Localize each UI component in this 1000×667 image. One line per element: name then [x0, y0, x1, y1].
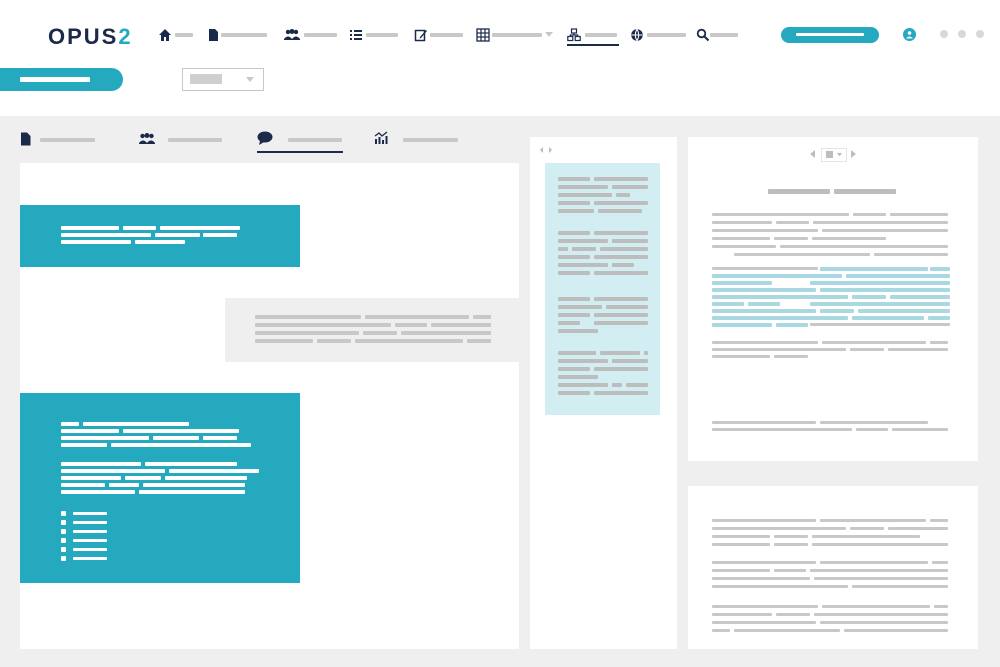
comment-icon: [257, 131, 273, 145]
user-icon: [906, 31, 913, 39]
tab-comments[interactable]: [257, 131, 343, 153]
tab-analytics[interactable]: [374, 131, 460, 153]
hierarchy-icon: [567, 28, 581, 42]
tab-people[interactable]: [136, 131, 226, 153]
search-icon: [696, 28, 710, 42]
chevron-down-icon: [246, 77, 254, 82]
logo-suffix: 2: [118, 24, 133, 49]
filter-dropdown[interactable]: [182, 68, 264, 91]
comment-bubble-outgoing-long[interactable]: [20, 393, 300, 583]
list-icon: [350, 30, 362, 40]
nav-item-search[interactable]: [696, 26, 742, 44]
edit-icon: [414, 29, 427, 42]
pane-toggle-icon[interactable]: [539, 146, 553, 154]
excerpt-panel: [530, 137, 677, 649]
chevron-left-icon[interactable]: [810, 150, 816, 158]
document-page-2: [688, 486, 978, 649]
nav-item-home[interactable]: [158, 26, 196, 44]
toolbar-action-button[interactable]: [0, 68, 123, 91]
comment-bubble-incoming[interactable]: [225, 298, 519, 362]
people-icon: [139, 133, 155, 144]
nav-item-tables[interactable]: [476, 26, 554, 44]
comment-bubble-outgoing[interactable]: [20, 205, 300, 267]
highlighted-excerpt[interactable]: [545, 163, 660, 415]
chevron-down-icon[interactable]: [545, 32, 553, 38]
nav-item-global[interactable]: [630, 26, 690, 44]
page-pager[interactable]: [810, 147, 856, 162]
logo-text: OPUS: [48, 24, 119, 49]
document-icon: [21, 132, 31, 146]
document-icon: [209, 29, 218, 41]
home-icon: [159, 29, 171, 41]
app-logo[interactable]: OPUS2: [48, 24, 133, 50]
header-primary-button[interactable]: [781, 27, 879, 43]
document-page-1: [688, 137, 978, 461]
comments-panel: [20, 163, 519, 649]
nav-item-people[interactable]: [283, 26, 339, 44]
nav-item-lists[interactable]: [349, 26, 401, 44]
tab-active-indicator: [257, 151, 343, 153]
nav-active-indicator: [567, 44, 619, 46]
people-icon: [284, 29, 300, 40]
chevron-down-icon: [837, 153, 842, 157]
more-dots-icon: [940, 30, 948, 38]
document-highlight[interactable]: [712, 265, 950, 329]
tab-documents[interactable]: [20, 131, 100, 153]
user-avatar[interactable]: [903, 28, 916, 41]
globe-icon: [631, 29, 643, 42]
analytics-icon: [374, 131, 388, 144]
nav-item-documents[interactable]: [207, 26, 269, 44]
chevron-right-icon[interactable]: [850, 150, 856, 158]
table-icon: [476, 28, 490, 42]
attachment-list: [61, 509, 111, 565]
nav-item-hierarchy[interactable]: [567, 26, 621, 44]
nav-item-notes[interactable]: [414, 26, 466, 44]
page-selector[interactable]: [821, 148, 847, 162]
more-options-menu[interactable]: [940, 30, 986, 40]
